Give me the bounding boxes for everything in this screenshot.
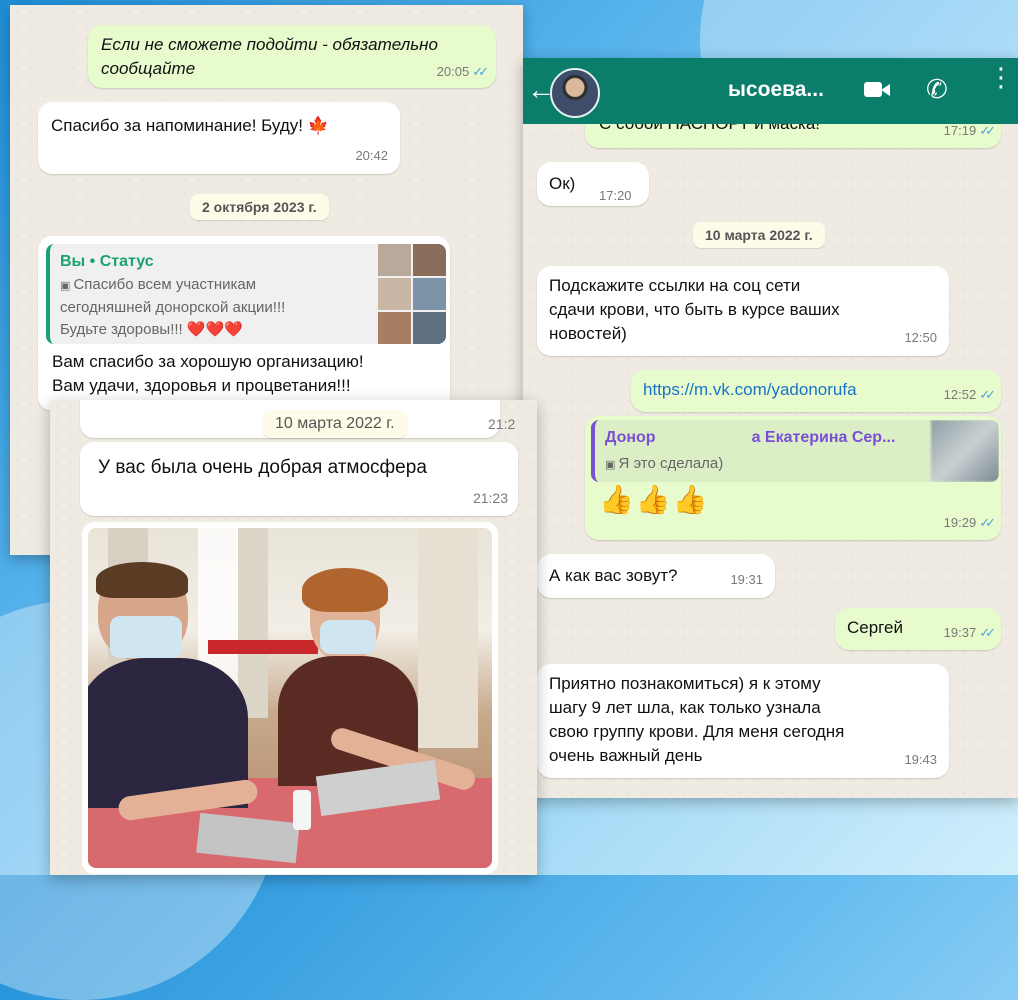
image-icon: ▣ <box>60 280 74 292</box>
message-text: Сергей <box>847 618 903 637</box>
status-photo-collage <box>378 244 446 344</box>
bottom-chat-screenshot: 21:2 10 марта 2022 г. У вас была очень д… <box>50 400 537 875</box>
message-text: Приятно познакомиться) я к этому шагу 9 … <box>549 674 845 765</box>
quoted-text: ▣ Спасибо всем участникам сегодняшней до… <box>60 276 286 338</box>
read-ticks-icon: ✓✓ <box>979 123 996 138</box>
message-text: У вас была очень добрая атмосфера <box>98 457 427 478</box>
message-bubble-incoming[interactable]: Спасибо за напоминание! Буду! 🍁 20:42 <box>38 102 400 174</box>
image-icon: ▣ <box>605 459 619 471</box>
message-time: 17:20 <box>599 188 632 203</box>
reply-message-bubble[interactable]: Донор а Екатерина Сер... ▣ Я это сделала)… <box>585 416 1001 540</box>
chat-header: ← ысоева... ✆ ⋮ <box>523 58 1018 124</box>
thumbs-up-emoji: 👍👍👍 <box>599 484 710 515</box>
message-time: 19:29 ✓✓ <box>943 515 996 530</box>
maple-leaf-icon: 🍁 <box>307 116 329 135</box>
message-text: Если не сможете подойти - обязательно со… <box>101 35 438 78</box>
message-text: Спасибо за напоминание! Буду! 🍁 <box>51 116 329 135</box>
avatar[interactable] <box>550 68 600 118</box>
contact-name[interactable]: ысоева... <box>728 78 824 102</box>
message-text: Подскажите ссылки на соц сети сдачи кров… <box>549 276 840 343</box>
date-divider: 10 марта 2022 г. <box>263 410 407 438</box>
quoted-author: Донор а Екатерина Сер... <box>605 429 896 446</box>
message-bubble-outgoing[interactable]: Если не сможете подойти - обязательно со… <box>88 25 496 88</box>
more-options-icon[interactable]: ⋮ <box>988 64 1014 90</box>
donation-photo <box>88 528 492 868</box>
message-time: 19:37 ✓✓ <box>943 625 996 640</box>
message-text: Вам спасибо за хорошую организацию! Вам … <box>52 352 364 395</box>
phone-icon[interactable]: ✆ <box>926 74 948 105</box>
right-chat-screenshot: ← ысоева... ✆ ⋮ С собой ПАСПОРТ и маска!… <box>523 58 1018 798</box>
read-ticks-icon: ✓✓ <box>979 387 996 402</box>
quoted-text: ▣ Я это сделала) <box>605 455 724 472</box>
message-bubble-incoming[interactable]: Приятно познакомиться) я к этому шагу 9 … <box>537 664 949 778</box>
message-bubble-outgoing[interactable]: Сергей 19:37 ✓✓ <box>835 608 1001 650</box>
message-bubble-incoming[interactable]: Ок) 17:20 <box>537 162 649 206</box>
read-ticks-icon: ✓✓ <box>979 625 996 640</box>
message-time-partial: 21:2 <box>488 416 516 432</box>
message-text: Ок) <box>549 174 576 193</box>
reply-message-bubble[interactable]: Вы • Статус ▣ Спасибо всем участникам се… <box>38 236 450 411</box>
message-time: 21:23 <box>472 490 508 506</box>
message-bubble-outgoing[interactable]: https://m.vk.com/yadonorufa 12:52 ✓✓ <box>631 370 1001 412</box>
video-call-icon[interactable] <box>864 82 882 97</box>
date-divider: 10 марта 2022 г. <box>693 222 825 248</box>
quoted-status-card[interactable]: Вы • Статус ▣ Спасибо всем участникам се… <box>46 244 446 344</box>
message-time: 19:43 <box>904 752 937 767</box>
quoted-message-card[interactable]: Донор а Екатерина Сер... ▣ Я это сделала) <box>591 420 999 482</box>
message-time: 19:31 <box>730 572 763 587</box>
message-text: А как вас зовут? <box>549 566 678 585</box>
message-bubble-incoming[interactable]: А как вас зовут? 19:31 <box>537 554 775 598</box>
video-call-icon-lens <box>881 84 890 96</box>
message-bubble-incoming[interactable]: Подскажите ссылки на соц сети сдачи кров… <box>537 266 949 356</box>
date-divider: 2 октября 2023 г. <box>190 194 329 220</box>
quoted-image-thumbnail <box>931 420 999 482</box>
read-ticks-icon: ✓✓ <box>472 64 489 79</box>
message-time: 20:05 ✓✓ <box>436 64 489 79</box>
message-time: 12:52 ✓✓ <box>943 387 996 402</box>
read-ticks-icon: ✓✓ <box>979 515 996 530</box>
url-link[interactable]: https://m.vk.com/yadonorufa <box>643 378 857 402</box>
message-bubble-incoming[interactable]: У вас была очень добрая атмосфера 21:23 <box>80 442 518 516</box>
quoted-author: Вы • Статус <box>60 253 154 270</box>
message-time: 12:50 <box>904 330 937 345</box>
photo-message[interactable] <box>82 522 498 874</box>
message-time: 20:42 <box>355 148 388 163</box>
